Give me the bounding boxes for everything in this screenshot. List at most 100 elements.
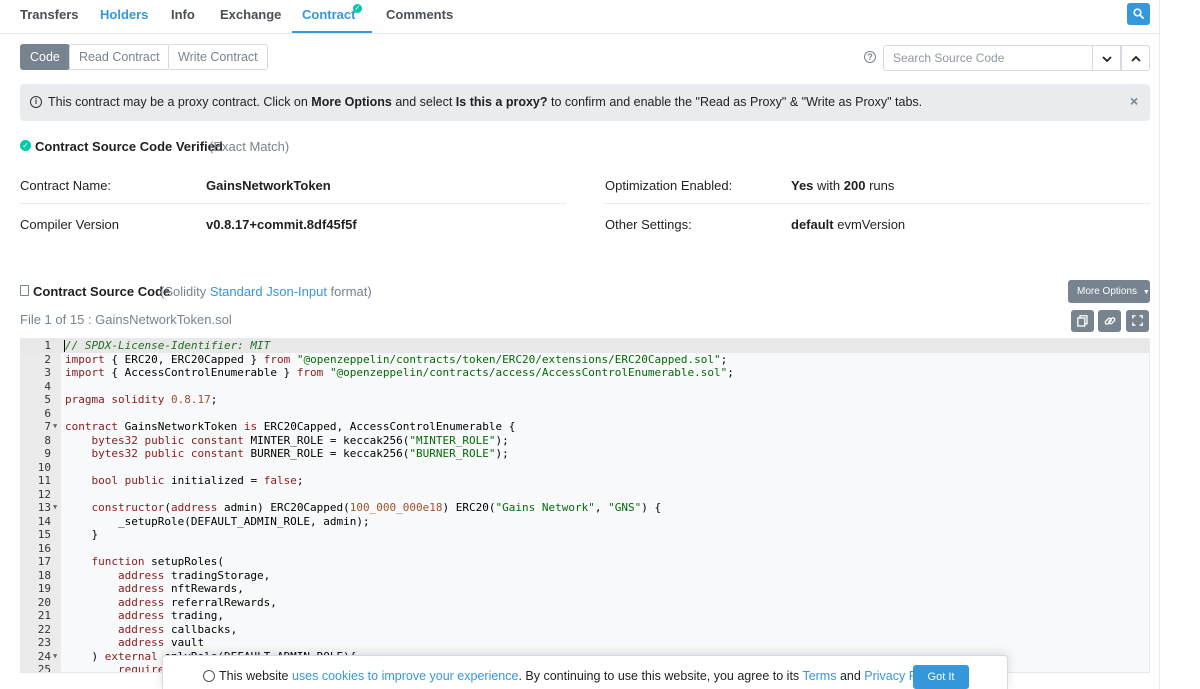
code-line: 20 address referralRewards, <box>21 596 1149 610</box>
line-number: 16 <box>37 541 51 555</box>
file-label: File 1 of 15 : GainsNetworkToken.sol <box>20 312 232 327</box>
line-text: bytes32 public constant BURNER_ROLE = ke… <box>91 447 509 460</box>
code-line: 6 <box>21 407 1149 421</box>
fold-toggle-icon[interactable]: ▼ <box>53 650 57 664</box>
copy-button[interactable] <box>1071 310 1094 332</box>
info-icon: i <box>30 96 42 108</box>
code-line: 22 address callbacks, <box>21 623 1149 637</box>
line-text: // SPDX-License-Identifier: MIT <box>65 339 271 352</box>
code-line: 8 bytes32 public constant MINTER_ROLE = … <box>21 434 1149 448</box>
line-number: 17 <box>37 555 51 568</box>
line-number: 4 <box>44 379 51 393</box>
line-text: pragma solidity 0.8.17; <box>65 393 218 406</box>
line-number: 20 <box>37 595 51 609</box>
subtab-write-contract[interactable]: Write Contract <box>168 44 268 70</box>
code-line: 12 <box>21 488 1149 502</box>
link-button[interactable] <box>1098 310 1121 332</box>
line-number: 1 <box>44 339 51 352</box>
more-options-button[interactable]: More Options ▼ <box>1068 280 1150 303</box>
code-line: 7 ▼ contract GainsNetworkToken is ERC20Cap… <box>21 420 1149 434</box>
line-number: 21 <box>37 609 51 622</box>
line-text: address vault <box>117 636 205 649</box>
line-number: 24 <box>37 649 51 663</box>
line-number: 18 <box>37 568 51 582</box>
code-line: 13 ▼ constructor(address admin) ERC20Capp… <box>21 501 1149 515</box>
line-text: require( <box>117 663 171 673</box>
code-line: 11 bool public initialized = false; <box>21 474 1149 488</box>
search-button[interactable] <box>1127 3 1150 25</box>
caret-down-icon: ▼ <box>1142 289 1150 296</box>
search-prev-button[interactable] <box>1121 45 1150 71</box>
line-text: bool public initialized = false; <box>91 474 304 487</box>
fullscreen-button[interactable] <box>1126 310 1149 332</box>
contract-name-label: Contract Name: <box>20 178 112 193</box>
other-settings-value: default evmVersion <box>791 217 906 232</box>
close-icon[interactable]: × <box>1130 93 1138 109</box>
code-editor[interactable]: 1 // SPDX-License-Identifier: MIT 2 import … <box>20 338 1150 673</box>
line-number: 15 <box>37 528 51 541</box>
contract-name-value: GainsNetworkToken <box>206 178 331 193</box>
code-line: 18 address tradingStorage, <box>21 569 1149 583</box>
chevron-down-icon <box>1102 56 1112 63</box>
line-number: 7 <box>44 420 51 433</box>
code-line: 10 <box>21 461 1149 475</box>
check-circle-icon: ✓ <box>20 140 31 151</box>
tab-bar: Transfers Holders Info Exchange Contract… <box>0 0 1160 34</box>
standard-json-input-link[interactable]: Standard Json-Input <box>210 284 327 299</box>
line-text: address trading, <box>117 609 224 622</box>
source-code-title: Contract Source Code <box>33 284 171 299</box>
got-it-button[interactable]: Got It <box>913 665 969 689</box>
cookie-banner: This website uses cookies to improve you… <box>162 655 1008 689</box>
code-line: 16 <box>21 542 1149 556</box>
code-line: 9 bytes32 public constant BURNER_ROLE = … <box>21 447 1149 461</box>
tab-transfers[interactable]: Transfers <box>20 7 79 22</box>
copy-icon <box>1077 315 1088 327</box>
line-text: function setupRoles( <box>91 555 224 568</box>
active-tab-indicator <box>292 31 372 33</box>
line-number: 9 <box>44 447 51 460</box>
cookie-text: This website uses cookies to improve you… <box>219 669 945 683</box>
subtab-code[interactable]: Code <box>20 44 70 70</box>
tab-contract[interactable]: Contract <box>302 7 355 22</box>
chevron-up-icon <box>1131 55 1141 62</box>
tab-exchange[interactable]: Exchange <box>220 7 281 22</box>
divider <box>605 203 1150 204</box>
code-line: 19 address nftRewards, <box>21 582 1149 596</box>
fold-toggle-icon[interactable]: ▼ <box>53 501 57 515</box>
line-number: 25 <box>37 663 51 673</box>
proxy-alert: i This contract may be a proxy contract.… <box>20 84 1150 121</box>
line-text: _setupRole(DEFAULT_ADMIN_ROLE, admin); <box>65 514 370 528</box>
other-settings-label: Other Settings: <box>605 217 692 232</box>
code-line: 23 address vault <box>21 636 1149 650</box>
divider <box>20 203 566 204</box>
line-text: constructor(address admin) ERC20Capped(1… <box>91 501 662 514</box>
line-number: 14 <box>37 514 51 528</box>
code-line: 14 _setupRole(DEFAULT_ADMIN_ROLE, admin)… <box>21 515 1149 529</box>
cookie-icon <box>203 670 215 682</box>
search-next-button[interactable] <box>1092 45 1121 71</box>
code-line: 15 } <box>21 528 1149 542</box>
optimization-value: Yes with 200 runs <box>791 178 895 193</box>
compiler-version-value: v0.8.17+commit.8df45f5f <box>206 217 357 232</box>
code-line: 2 import { ERC20, ERC20Capped } from "@op… <box>21 353 1149 367</box>
tab-info[interactable]: Info <box>171 7 195 22</box>
line-number: 5 <box>44 393 51 406</box>
line-number: 10 <box>37 460 51 474</box>
line-number: 11 <box>37 474 51 487</box>
line-number: 19 <box>37 582 51 595</box>
help-icon[interactable]: ? <box>864 51 876 63</box>
line-text: address referralRewards, <box>117 595 277 609</box>
line-number: 12 <box>37 487 51 501</box>
subtab-read-contract[interactable]: Read Contract <box>69 44 170 70</box>
line-text: import { ERC20, ERC20Capped } from "@ope… <box>65 352 728 366</box>
fold-toggle-icon[interactable]: ▼ <box>53 420 57 434</box>
tab-comments[interactable]: Comments <box>386 7 453 22</box>
code-line: 17 function setupRoles( <box>21 555 1149 569</box>
cookies-link[interactable]: uses cookies to improve your experience <box>292 669 519 683</box>
line-text: import { AccessControlEnumerable } from … <box>65 366 734 379</box>
code-content[interactable]: 1 // SPDX-License-Identifier: MIT 2 import … <box>21 339 1149 673</box>
search-source-code-input[interactable] <box>883 45 1093 71</box>
expand-icon <box>1132 315 1143 326</box>
tab-holders[interactable]: Holders <box>100 7 148 22</box>
terms-link[interactable]: Terms <box>802 669 836 683</box>
